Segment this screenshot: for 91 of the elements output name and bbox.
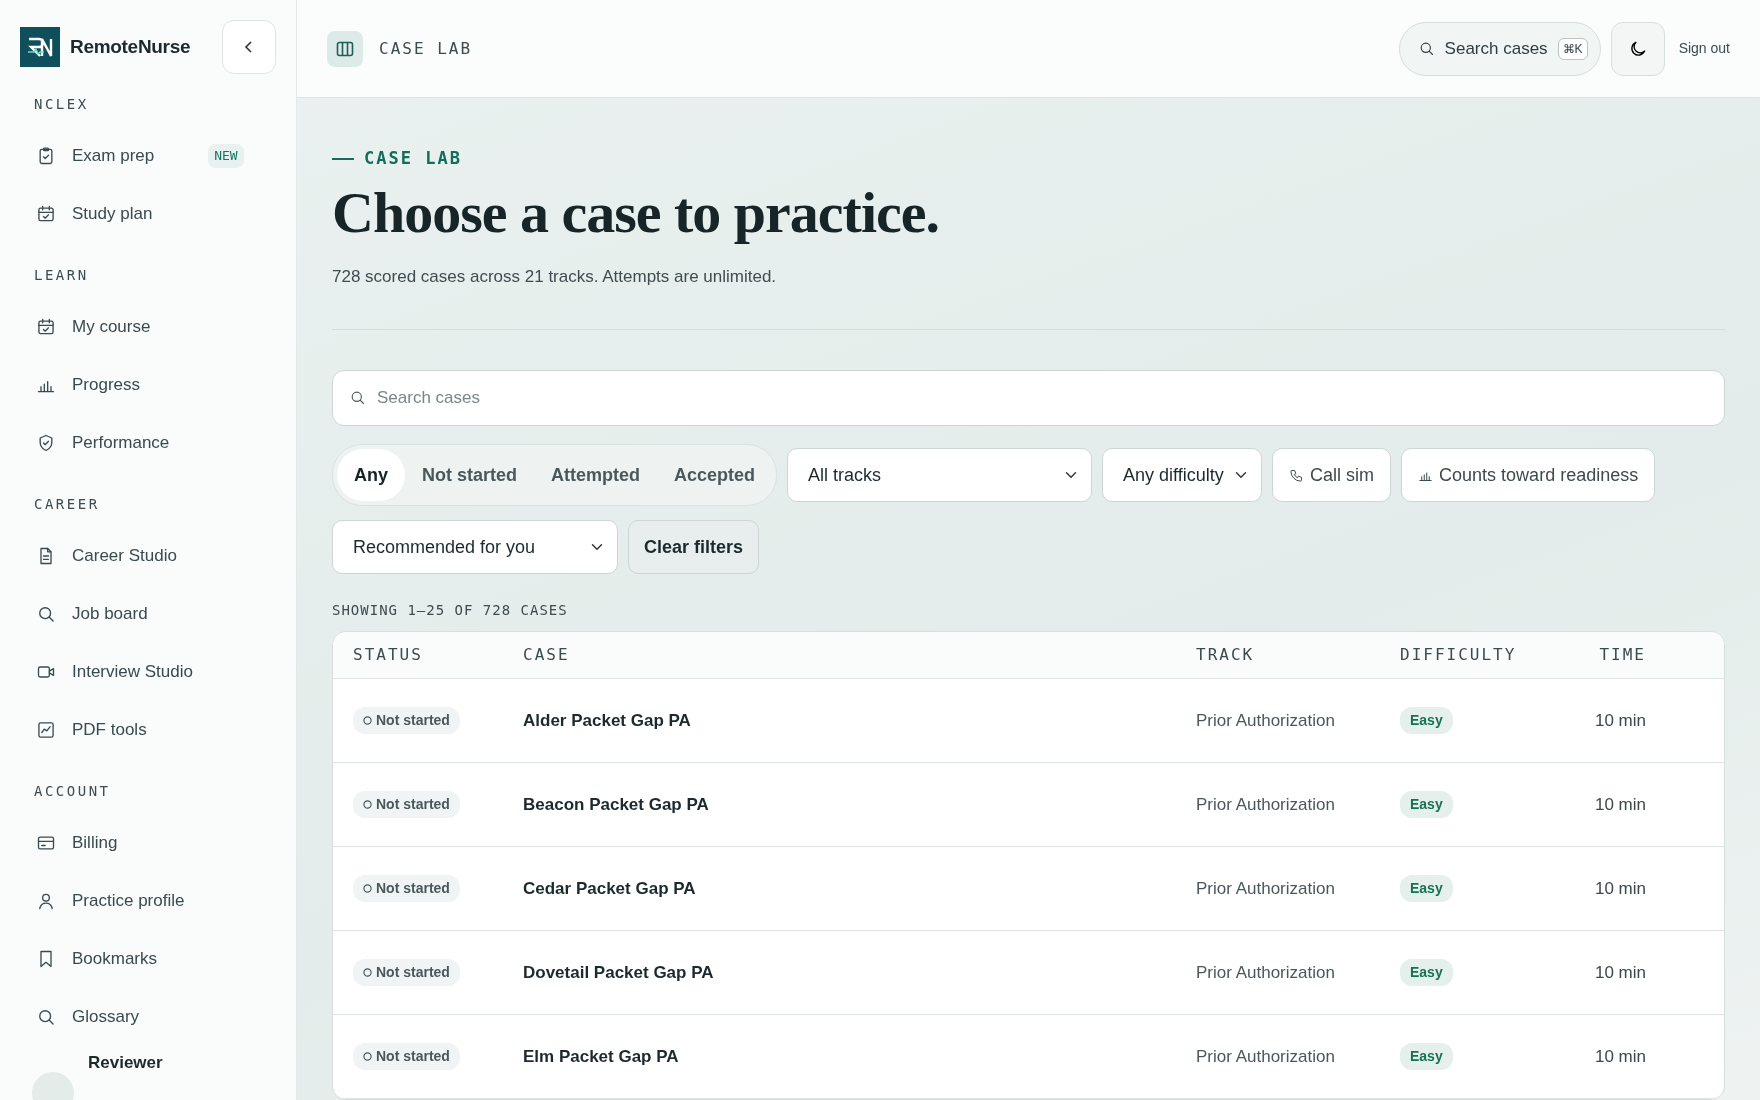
filter-toggle[interactable]: Counts toward readiness bbox=[1401, 448, 1656, 502]
table-row[interactable]: Not started Cedar Packet Gap PA Prior Authorization Easy 10 min bbox=[333, 847, 1724, 931]
circle-icon bbox=[363, 1052, 372, 1061]
section-heading: NCLEX bbox=[33, 95, 90, 114]
search-icon bbox=[36, 604, 56, 624]
search-icon bbox=[36, 1007, 56, 1027]
sidebar-item[interactable]: Progress bbox=[20, 356, 276, 414]
status-pill: Not started bbox=[353, 959, 460, 986]
search-button[interactable]: Search cases ⌘K bbox=[1398, 21, 1601, 76]
calendar-icon bbox=[36, 204, 56, 224]
panel-toggle-button[interactable] bbox=[327, 30, 363, 67]
sidebar-item[interactable]: Career Studio bbox=[20, 527, 276, 585]
table-row[interactable]: Not started Beacon Packet Gap PA Prior Authorization Easy 10 min bbox=[333, 763, 1724, 847]
theme-toggle-button[interactable] bbox=[1610, 21, 1665, 76]
page-title: CASE LAB bbox=[379, 37, 473, 60]
sidebar-item[interactable]: My course bbox=[20, 298, 276, 356]
column-header: CASE bbox=[523, 645, 570, 664]
status-tab[interactable]: Accepted bbox=[657, 449, 773, 501]
column-header: STATUS bbox=[353, 645, 423, 664]
phone-icon bbox=[1289, 467, 1305, 483]
status-tab[interactable]: Not started bbox=[405, 449, 535, 501]
track-name: Prior Authorization bbox=[1196, 794, 1335, 814]
case-time: 10 min bbox=[1594, 1046, 1646, 1066]
circle-icon bbox=[363, 884, 372, 893]
column-header: DIFFICULTY bbox=[1400, 645, 1517, 664]
table-row[interactable]: Not started Dovetail Packet Gap PA Prior Authorization Easy 10 min bbox=[333, 931, 1724, 1015]
difficulty-tag: Easy bbox=[1400, 959, 1453, 986]
calendar-icon bbox=[36, 317, 56, 337]
line-chart-icon bbox=[36, 720, 56, 740]
new-badge: NEW bbox=[208, 144, 244, 168]
case-name: Alder Packet Gap PA bbox=[523, 710, 691, 730]
difficulty-tag: Easy bbox=[1400, 875, 1453, 902]
section-heading: LEARN bbox=[33, 266, 90, 285]
sidebar-item[interactable]: Bookmarks bbox=[20, 930, 276, 988]
status-pill: Not started bbox=[353, 707, 460, 734]
sidebar-item[interactable]: Billing bbox=[20, 814, 276, 872]
sidebar-item[interactable]: Practice profile bbox=[20, 872, 276, 930]
eyebrow-label: CASE LAB bbox=[364, 147, 462, 171]
circle-icon bbox=[363, 968, 372, 977]
track-select[interactable]: All tracks bbox=[787, 448, 1093, 502]
brand-name: RemoteNurse bbox=[70, 34, 191, 59]
shortcut-key: ⌘K bbox=[1557, 37, 1588, 60]
track-name: Prior Authorization bbox=[1196, 962, 1335, 982]
filter-toggle[interactable]: Call sim bbox=[1272, 448, 1392, 502]
clear-filters-button[interactable]: Clear filters bbox=[628, 520, 760, 574]
case-name: Dovetail Packet Gap PA bbox=[523, 962, 714, 982]
track-name: Prior Authorization bbox=[1196, 710, 1335, 730]
section-heading: ACCOUNT bbox=[33, 782, 112, 801]
status-pill: Not started bbox=[353, 1043, 460, 1070]
search-field[interactable]: Search cases bbox=[332, 370, 1725, 426]
table-row[interactable]: Not started Alder Packet Gap PA Prior Authorization Easy 10 min bbox=[333, 679, 1724, 763]
page-heading: Choose a case to practice. bbox=[332, 178, 940, 247]
sign-out-link[interactable]: Sign out bbox=[1678, 38, 1730, 59]
status-tab[interactable]: Attempted bbox=[534, 449, 658, 501]
sidebar-item[interactable]: Glossary bbox=[20, 988, 276, 1046]
person-icon bbox=[36, 891, 56, 911]
sidebar-item[interactable]: Job board bbox=[20, 585, 276, 643]
dash-icon bbox=[332, 158, 354, 161]
case-name: Cedar Packet Gap PA bbox=[523, 878, 696, 898]
user-name: Reviewer bbox=[88, 1052, 163, 1074]
sidebar-item[interactable]: PDF tools bbox=[20, 701, 276, 759]
status-tab[interactable]: Any bbox=[337, 449, 405, 501]
status-pill: Not started bbox=[353, 875, 460, 902]
difficulty-select[interactable]: Any difficulty bbox=[1102, 448, 1263, 502]
difficulty-tag: Easy bbox=[1400, 707, 1453, 734]
sidebar-item[interactable]: Study plan bbox=[20, 185, 276, 243]
circle-icon bbox=[363, 800, 372, 809]
case-name: Beacon Packet Gap PA bbox=[523, 794, 709, 814]
sidebar-item[interactable]: Exam prep bbox=[20, 127, 171, 185]
case-time: 10 min bbox=[1594, 794, 1646, 814]
results-count: SHOWING 1–25 OF 728 CASES bbox=[332, 601, 569, 620]
section-heading: CAREER bbox=[33, 495, 101, 514]
page-subtitle: 728 scored cases across 21 tracks. Attempts are unlimited. bbox=[332, 265, 778, 288]
track-name: Prior Authorization bbox=[1196, 1046, 1335, 1066]
search-icon bbox=[349, 389, 366, 406]
difficulty-tag: Easy bbox=[1400, 791, 1453, 818]
sidebar-item[interactable]: Interview Studio bbox=[20, 643, 276, 701]
circle-icon bbox=[363, 716, 372, 725]
table-row[interactable]: Not started Elm Packet Gap PA Prior Authorization Easy 10 min bbox=[333, 1015, 1724, 1099]
sort-select[interactable]: Recommended for you bbox=[332, 520, 618, 574]
difficulty-tag: Easy bbox=[1400, 1043, 1453, 1070]
status-pill: Not started bbox=[353, 791, 460, 818]
case-time: 10 min bbox=[1594, 710, 1646, 730]
column-header: TIME bbox=[1599, 645, 1646, 664]
case-time: 10 min bbox=[1594, 962, 1646, 982]
sidebar-item[interactable]: Performance bbox=[20, 414, 276, 472]
column-header: TRACK bbox=[1196, 645, 1255, 664]
track-name: Prior Authorization bbox=[1196, 878, 1335, 898]
case-time: 10 min bbox=[1594, 878, 1646, 898]
case-name: Elm Packet Gap PA bbox=[523, 1046, 679, 1066]
logo-icon bbox=[20, 27, 60, 67]
